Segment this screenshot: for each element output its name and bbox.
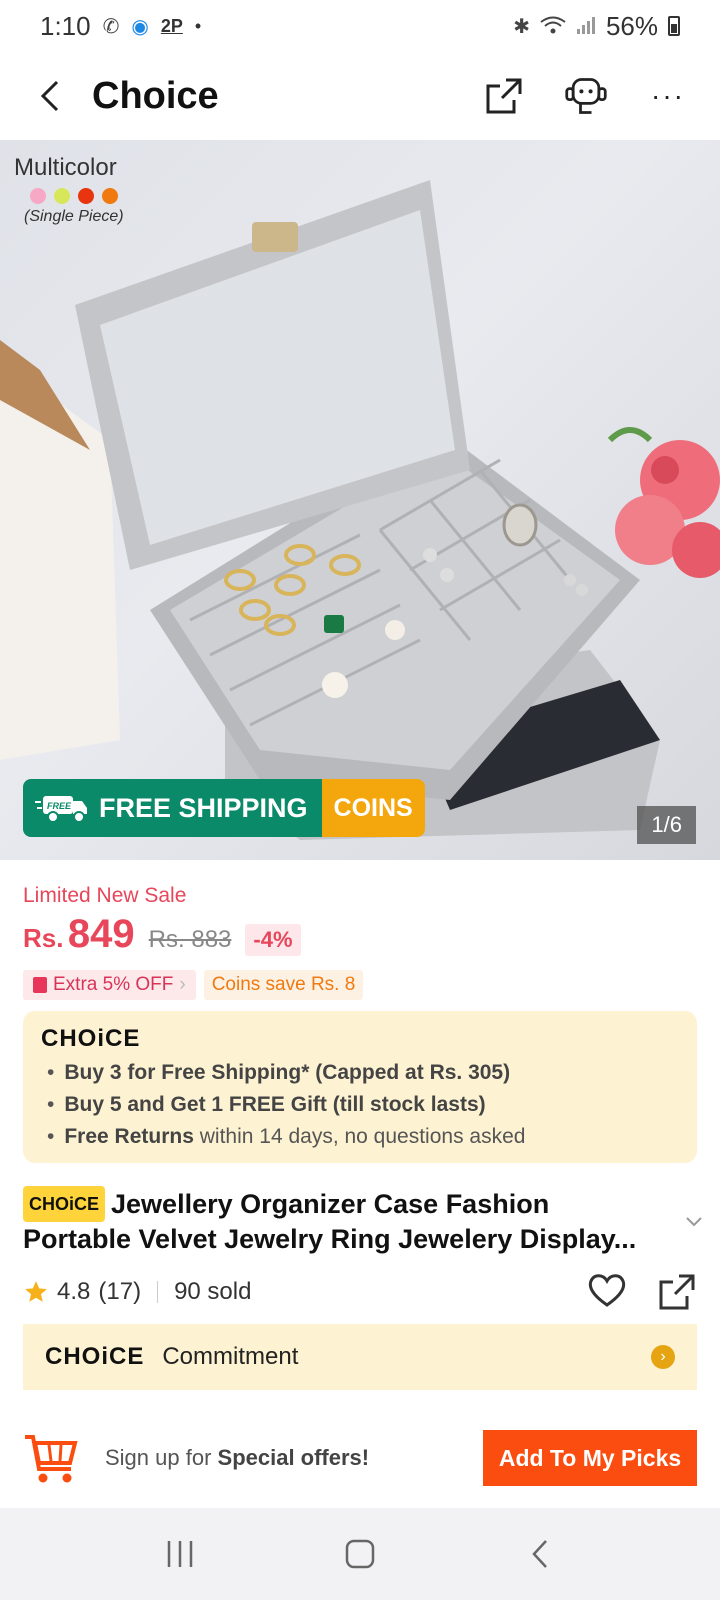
battery-icon: [668, 16, 680, 36]
choice-logo: CHOiCE: [41, 1025, 141, 1052]
system-nav-bar: [0, 1508, 720, 1600]
rating-row: 4.8 (17) 90 sold: [23, 1272, 697, 1312]
coins-label: COINS: [321, 779, 425, 837]
status-bar: 1:10 ✆ ◉ 2P • ✱ 56%: [0, 0, 720, 52]
variant-name: Multicolor: [14, 154, 117, 181]
original-price: Rs. 883: [148, 926, 232, 953]
product-image-gallery[interactable]: Multicolor (Single Piece) FREE FREE SHIP…: [0, 140, 720, 860]
delivery-truck-icon: FREE: [35, 796, 87, 823]
bullet: •: [47, 1125, 55, 1148]
home-button[interactable]: [330, 1524, 390, 1584]
price-value: 849: [67, 912, 135, 956]
variant-note: (Single Piece): [24, 208, 124, 225]
status-dot: •: [194, 15, 202, 36]
battery-percent: 56%: [605, 10, 658, 41]
share-icon[interactable]: [657, 1272, 697, 1312]
product-title: CHOiCE Jewellery Organizer Case Fashion P…: [23, 1186, 703, 1256]
chevron-left-icon: [40, 80, 59, 112]
customer-support-button[interactable]: [564, 74, 608, 118]
discount-badge: -4%: [245, 924, 301, 956]
imo-icon: ◉: [131, 15, 149, 38]
status-time: 1:10: [40, 10, 91, 41]
extra-off-tag[interactable]: Extra 5% OFF ›: [23, 970, 196, 1000]
back-arrow-icon: [532, 1540, 547, 1568]
signup-text: Sign up for Special offers!: [105, 1445, 369, 1471]
color-dot-red: [78, 188, 94, 204]
benefit-text: Free Returns: [64, 1125, 194, 1148]
wifi-icon: [540, 11, 566, 42]
system-back-button[interactable]: [510, 1524, 570, 1584]
free-shipping-label-box: FREE FREE SHIPPING: [23, 779, 322, 837]
price-row: Rs. 849 Rs. 883 -4%: [23, 912, 301, 957]
chevron-down-icon[interactable]: [685, 1216, 703, 1228]
product-title-row[interactable]: CHOiCE Jewellery Organizer Case Fashion P…: [23, 1186, 703, 1256]
benefit-item: • Buy 3 for Free Shipping* (Capped at Rs…: [47, 1061, 679, 1085]
home-icon: [345, 1539, 375, 1569]
signup-bold: Special offers!: [217, 1445, 370, 1470]
add-to-my-picks-button[interactable]: Add To My Picks: [483, 1430, 697, 1486]
app-header: Choice ···: [0, 52, 720, 140]
back-button[interactable]: [30, 76, 70, 116]
product-photo: [0, 180, 720, 840]
sale-label: Limited New Sale: [23, 884, 187, 907]
more-icon: ···: [651, 80, 685, 111]
rating-score: 4.8: [57, 1278, 91, 1305]
star-icon: [25, 1281, 47, 1302]
benefit-item: • Buy 5 and Get 1 FREE Gift (till stock …: [47, 1093, 679, 1117]
extra-off-label: Extra 5% OFF: [53, 974, 174, 995]
free-shipping-label: FREE SHIPPING: [99, 792, 308, 823]
benefit-rest: within 14 days, no questions asked: [193, 1125, 526, 1148]
color-dot-orange: [102, 188, 118, 204]
price-currency: Rs.: [23, 923, 64, 953]
page-title: Choice: [92, 74, 219, 117]
more-options-button[interactable]: ···: [646, 74, 690, 118]
missed-call-icon: ✆: [102, 15, 120, 38]
free-badge-text: FREE: [47, 801, 72, 811]
choice-commitment-bar[interactable]: CHOiCE Commitment ›: [23, 1324, 697, 1390]
benefit-text: Buy 3 for Free Shipping* (Capped at Rs. …: [64, 1061, 511, 1084]
review-count[interactable]: (17): [98, 1278, 141, 1306]
free-shipping-coins-banner[interactable]: FREE FREE SHIPPING COINS: [23, 779, 425, 837]
color-dot-pink: [30, 188, 46, 204]
2p-indicator: 2P: [160, 15, 183, 36]
promo-row: Extra 5% OFF › Coins save Rs. 8: [23, 970, 364, 1000]
coupon-bag-icon: [33, 977, 47, 993]
share-button[interactable]: [482, 74, 526, 118]
shopping-cart-icon[interactable]: [23, 1431, 79, 1485]
bullet: •: [47, 1093, 55, 1116]
recent-apps-icon: [167, 1541, 193, 1567]
share-icon: [486, 78, 522, 114]
signal-icon: [576, 11, 596, 42]
choice-benefits-card[interactable]: CHOiCE • Buy 3 for Free Shipping* (Cappe…: [23, 1011, 697, 1163]
recent-apps-button[interactable]: [150, 1524, 210, 1584]
chevron-right-icon: ›: [179, 974, 186, 995]
choice-badge: CHOiCE: [23, 1186, 106, 1222]
bottom-cta-bar: Sign up for Special offers! Add To My Pi…: [0, 1408, 720, 1508]
divider: [157, 1281, 159, 1303]
image-counter: 1/6: [637, 806, 696, 844]
product-title-text: Jewellery Organizer Case Fashion Portabl…: [23, 1189, 637, 1254]
coins-save-tag: Coins save Rs. 8: [203, 970, 364, 1000]
benefit-text: Buy 5 and Get 1 FREE Gift (till stock la…: [64, 1093, 486, 1116]
variant-tag: Multicolor (Single Piece): [14, 154, 124, 226]
benefit-item: • Free Returns within 14 days, no questi…: [47, 1125, 679, 1149]
bluetooth-icon: ✱: [513, 15, 530, 38]
sold-count: 90 sold: [174, 1278, 252, 1305]
variant-color-dots: [30, 188, 124, 204]
color-dot-lime: [54, 188, 70, 204]
signup-prefix: Sign up for: [105, 1445, 218, 1470]
support-icon: [565, 78, 607, 114]
heart-icon[interactable]: [587, 1272, 627, 1308]
bullet: •: [47, 1061, 55, 1084]
choice-logo: CHOiCE: [45, 1343, 145, 1370]
current-price: Rs. 849: [23, 912, 135, 957]
commitment-label: Commitment: [162, 1343, 299, 1370]
arrow-right-icon: ›: [651, 1345, 675, 1369]
